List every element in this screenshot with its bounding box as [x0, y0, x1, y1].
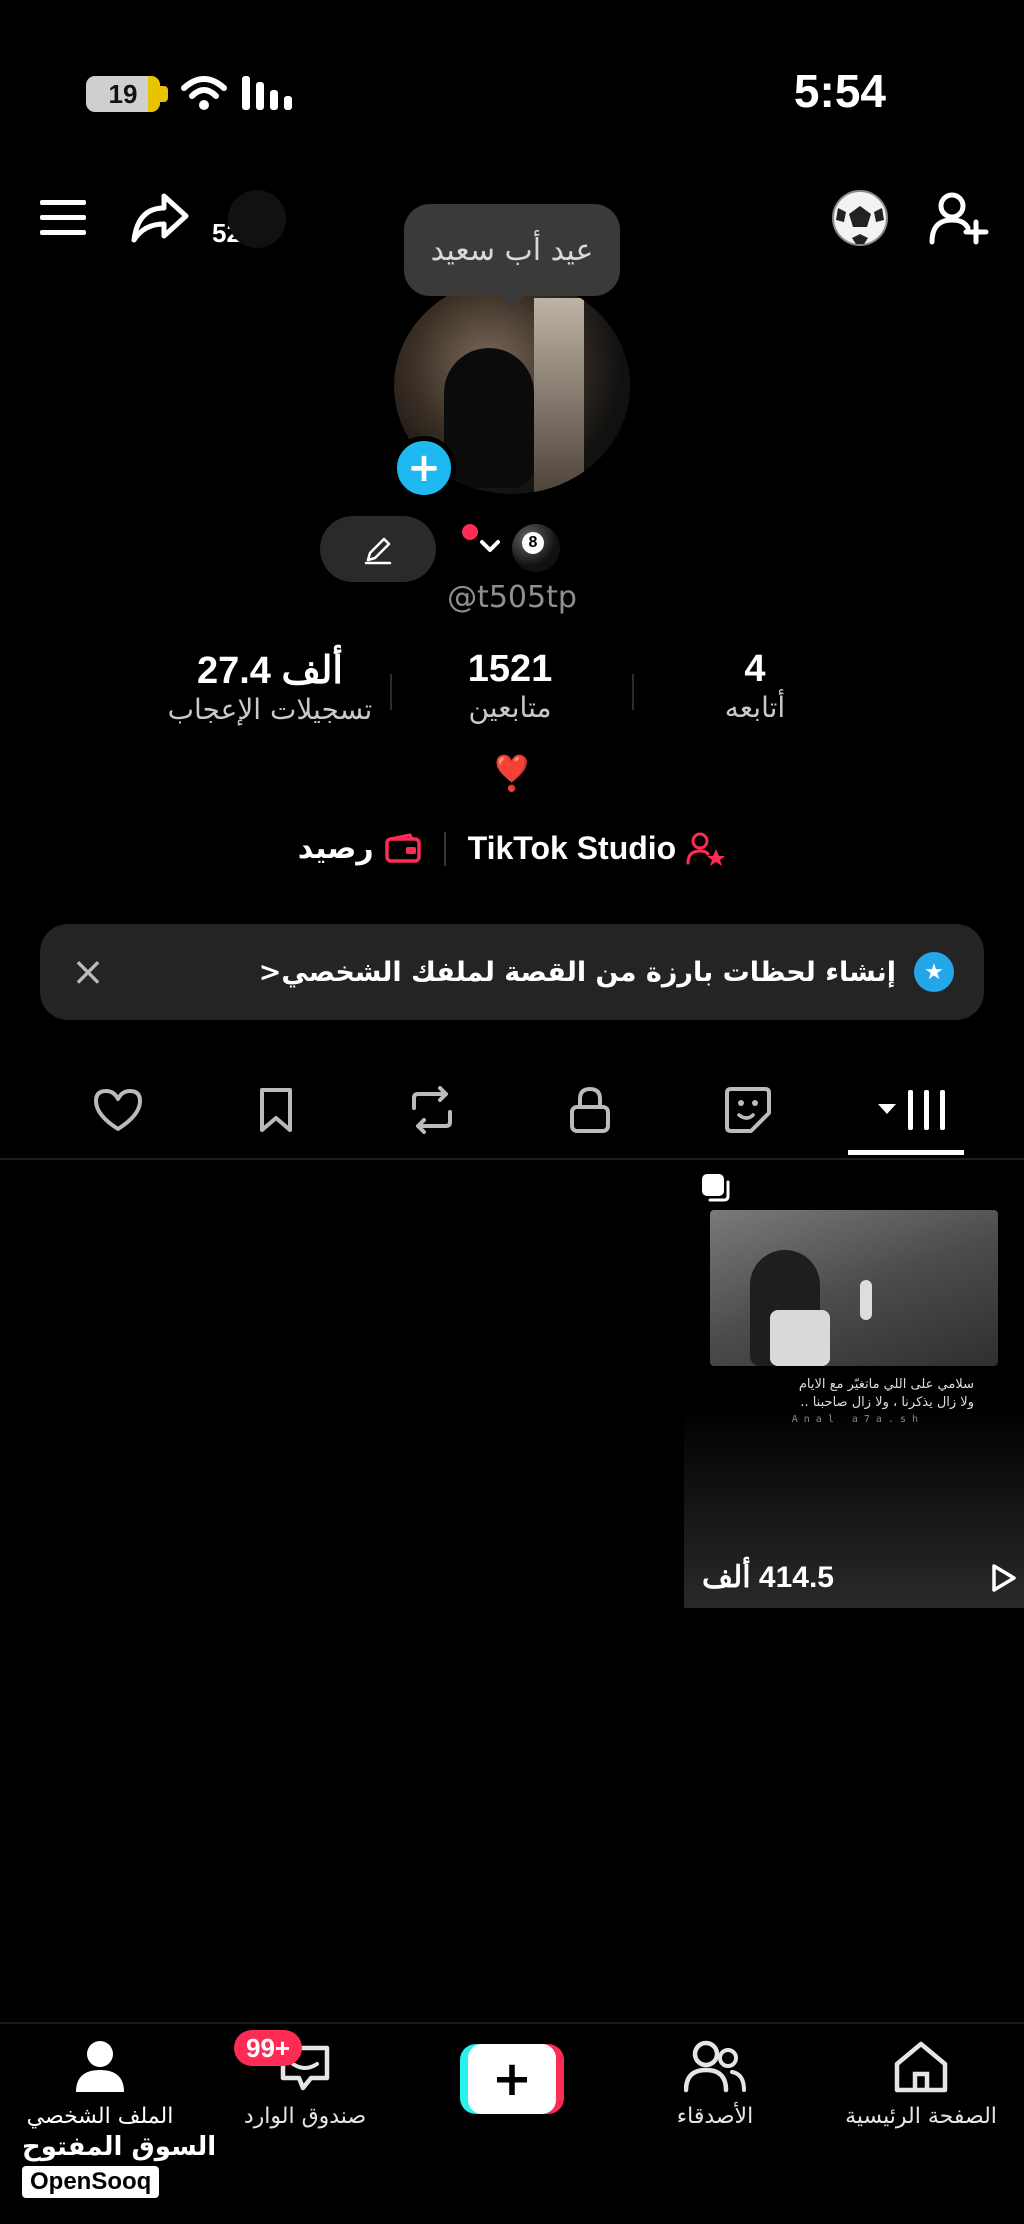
nav-home-label: الصفحة الرئيسية [845, 2104, 997, 2129]
nav-friends[interactable]: الأصدقاء [660, 2038, 770, 2129]
eight-ball-icon: 8 [512, 524, 560, 572]
tab-saved[interactable] [236, 1072, 316, 1148]
battery-indicator: 19 [86, 76, 168, 112]
wallet-icon [384, 832, 421, 863]
lock-icon [570, 1086, 610, 1133]
username: @t505tp [447, 580, 577, 615]
stat-followers-label: متابعين [468, 691, 552, 724]
video-views-count: 414.5 ألف [702, 1561, 834, 1594]
nav-home[interactable]: الصفحة الرئيسية [836, 2038, 1006, 2129]
bookmark-icon [260, 1088, 292, 1132]
tab-private[interactable] [550, 1072, 630, 1148]
stat-divider [390, 674, 392, 710]
add-story-button[interactable]: + [392, 436, 456, 500]
stat-likes[interactable]: 27.4 ألف تسجيلات الإعجاب [140, 648, 400, 726]
stat-likes-value: 27.4 ألف [196, 650, 343, 692]
banner-text: إنشاء لحظات بارزة من القصة لملفك الشخصي< [258, 956, 896, 988]
nav-inbox-label: صندوق الوارد [243, 2104, 367, 2129]
tab-reposts[interactable] [392, 1072, 472, 1148]
star-badge-icon: ★ [914, 952, 954, 992]
watermark-arabic: السوق المفتوح [22, 2132, 217, 2162]
tab-stickers[interactable] [708, 1072, 788, 1148]
pinned-icon [702, 1174, 730, 1202]
battery-level: 19 [108, 78, 138, 109]
status-time: 5:54 [793, 65, 886, 117]
creator-star-icon [686, 832, 726, 866]
active-tab-indicator [848, 1150, 964, 1155]
stat-divider [632, 674, 634, 710]
nav-profile-label: الملف الشخصي [26, 2104, 174, 2129]
edit-profile-button[interactable] [320, 516, 436, 582]
watermark-latin: OpenSooq [22, 2166, 160, 2198]
video-image [710, 1210, 998, 1366]
chevron-down-icon[interactable] [474, 530, 506, 562]
video-caption-line1: سلامي على اللي ماتغيّر مع الايام [798, 1377, 974, 1392]
inbox-badge: 99+ [234, 2030, 303, 2066]
heart-icon [94, 1089, 142, 1131]
sticker-icon [725, 1087, 771, 1133]
stat-followers[interactable]: 1521 متابعين [420, 648, 600, 724]
repost-icon [412, 1086, 452, 1134]
tab-videos[interactable] [866, 1072, 962, 1148]
story-ring [228, 190, 286, 248]
play-icon [992, 1564, 1016, 1592]
soccer-ball-icon[interactable] [830, 188, 890, 248]
stat-following-value: 4 [744, 648, 766, 690]
video-grid-icon [878, 1090, 945, 1130]
balance-label: رصيد [297, 831, 374, 866]
highlights-banner[interactable]: × إنشاء لحظات بارزة من القصة لملفك الشخص… [40, 924, 984, 1020]
menu-icon[interactable] [38, 196, 88, 240]
opensooq-watermark: السوق المفتوح OpenSooq [22, 2132, 216, 2198]
tab-liked[interactable] [78, 1072, 158, 1148]
video-caption: سلامي على اللي ماتغيّر مع الايام ولا زال… [799, 1376, 974, 1412]
avatar-tooltip: عيد أب سعيد [404, 204, 620, 308]
signal-icon [242, 76, 292, 110]
profile-icon [76, 2041, 124, 2092]
nav-profile[interactable]: الملف الشخصي [20, 2038, 180, 2129]
link-separator [443, 831, 446, 866]
share-icon[interactable] [130, 190, 190, 246]
bio-emoji: ❣️ [490, 754, 534, 794]
video-watermark: Anal a7a.sh [791, 1414, 924, 1425]
add-friend-icon[interactable] [928, 190, 990, 246]
create-plus: + [468, 2044, 556, 2114]
video-caption-line2: ولا زال يذكرنا ، ولا زال صاحبنا .. [800, 1395, 974, 1410]
friends-icon [683, 2040, 746, 2093]
create-button[interactable]: + [460, 2044, 564, 2114]
nav-friends-label: الأصدقاء [676, 2104, 754, 2129]
balance-link[interactable]: رصيد [298, 831, 422, 866]
stat-following[interactable]: 4 أتابعه [680, 648, 830, 724]
stat-followers-value: 1521 [467, 648, 553, 690]
pencil-icon [364, 537, 392, 565]
tiktok-studio-link[interactable]: TikTok Studio [468, 830, 727, 867]
video-thumbnail[interactable]: سلامي على اللي ماتغيّر مع الايام ولا زال… [684, 1160, 1024, 1608]
home-icon [894, 2041, 948, 2093]
studio-label: TikTok Studio [467, 830, 677, 866]
quick-links-row: رصيد TikTok Studio [0, 830, 1024, 867]
stat-likes-label: تسجيلات الإعجاب [167, 693, 373, 726]
stat-following-label: أتابعه [724, 691, 786, 724]
wifi-icon [181, 76, 227, 110]
close-icon[interactable]: × [64, 948, 112, 996]
